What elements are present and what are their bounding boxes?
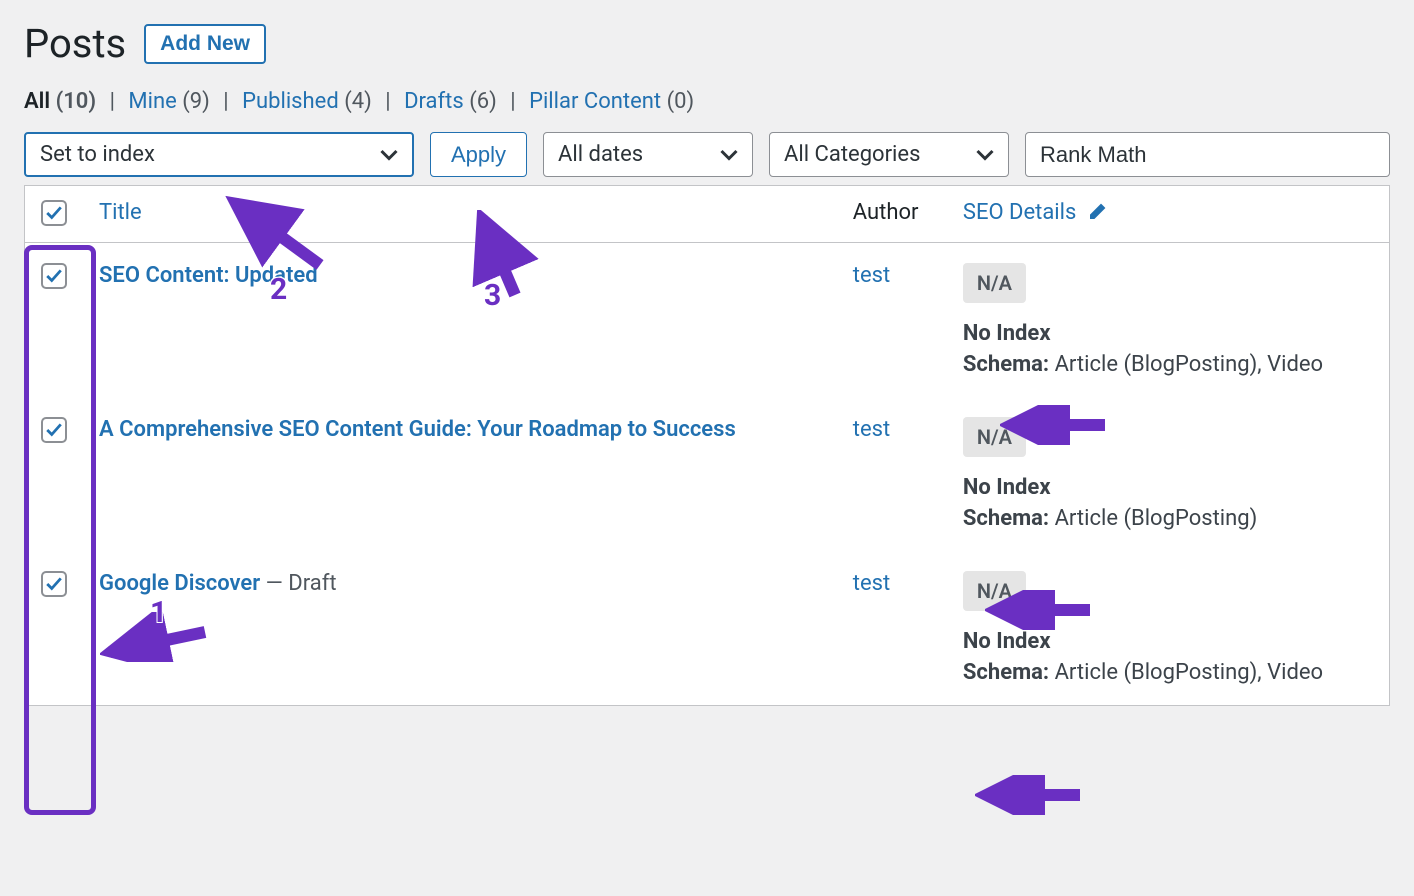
column-header-title[interactable]: Title	[99, 200, 142, 225]
page-title: Posts	[24, 20, 126, 67]
chevron-down-icon	[720, 142, 738, 167]
dates-select[interactable]: All dates	[543, 132, 753, 177]
author-link[interactable]: test	[853, 571, 890, 596]
chevron-down-icon	[976, 142, 994, 167]
filter-pillar[interactable]: Pillar Content (0)	[529, 89, 694, 114]
table-row: Google Discover — Draft test N/A No Inde…	[25, 551, 1390, 706]
seo-schema: Schema: Article (BlogPosting)	[963, 506, 1373, 531]
posts-table: Title Author SEO Details	[24, 185, 1390, 706]
filter-drafts[interactable]: Drafts (6)	[404, 89, 502, 114]
seo-index-status: No Index	[963, 475, 1373, 500]
table-row: A Comprehensive SEO Content Guide: Your …	[25, 397, 1390, 551]
apply-button[interactable]: Apply	[430, 132, 527, 177]
author-link[interactable]: test	[853, 263, 890, 288]
select-all-checkbox[interactable]	[41, 200, 67, 226]
filter-published[interactable]: Published (4)	[242, 89, 377, 114]
filter-mine[interactable]: Mine (9)	[128, 89, 215, 114]
seo-schema: Schema: Article (BlogPosting), Video	[963, 660, 1373, 685]
draft-label: — Draft	[260, 571, 336, 596]
categories-select[interactable]: All Categories	[769, 132, 1009, 177]
seo-score-badge: N/A	[963, 417, 1026, 457]
seo-index-status: No Index	[963, 629, 1373, 654]
post-title-link[interactable]: Google Discover	[99, 571, 260, 596]
post-title-link[interactable]: SEO Content: Updated	[99, 263, 318, 288]
bulk-action-select[interactable]: Set to index	[24, 132, 414, 177]
seo-score-badge: N/A	[963, 263, 1026, 303]
search-input[interactable]	[1025, 132, 1390, 177]
author-link[interactable]: test	[853, 417, 890, 442]
column-header-seo[interactable]: SEO Details	[963, 200, 1108, 225]
table-row: SEO Content: Updated test N/A No Index S…	[25, 243, 1390, 398]
add-new-button[interactable]: Add New	[144, 24, 266, 64]
status-filter-bar: All (10) | Mine (9) | Published (4) | Dr…	[24, 89, 1390, 114]
annotation-arrow-icon	[975, 775, 1085, 815]
row-checkbox[interactable]	[41, 417, 67, 443]
chevron-down-icon	[380, 142, 398, 167]
row-checkbox[interactable]	[41, 571, 67, 597]
pencil-icon	[1088, 201, 1108, 227]
seo-score-badge: N/A	[963, 571, 1026, 611]
seo-schema: Schema: Article (BlogPosting), Video	[963, 352, 1373, 377]
post-title-link[interactable]: A Comprehensive SEO Content Guide: Your …	[99, 417, 736, 442]
seo-index-status: No Index	[963, 321, 1373, 346]
column-header-author: Author	[837, 186, 947, 243]
filter-all[interactable]: All (10)	[24, 89, 102, 114]
row-checkbox[interactable]	[41, 263, 67, 289]
